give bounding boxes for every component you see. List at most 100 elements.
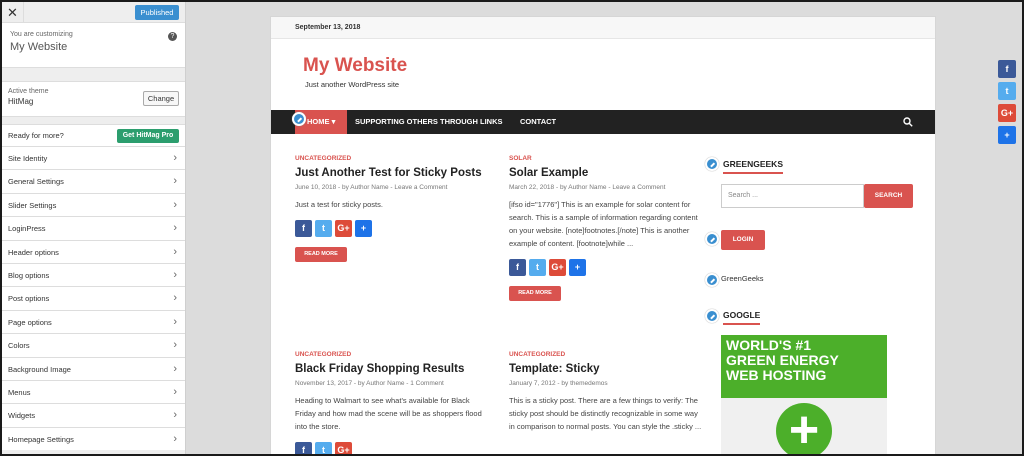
login-button[interactable]: LOGIN — [721, 230, 765, 250]
spacer — [2, 68, 185, 81]
sidebar-item-label: Page options — [8, 317, 52, 327]
edit-shortcut-icon[interactable] — [705, 157, 719, 171]
post-excerpt: [ifso id="1776"] This is an example for … — [509, 200, 698, 248]
sidebar-item-label: Post options — [8, 294, 50, 304]
twitter-icon[interactable]: t — [315, 442, 332, 454]
ad-line: WEB HOSTING — [726, 367, 827, 383]
ad-line: WORLD'S #1 — [726, 337, 812, 353]
twitter-icon[interactable]: t — [998, 82, 1016, 100]
sidebar-item-page-options[interactable]: Page options › — [2, 309, 185, 334]
facebook-icon[interactable]: f — [509, 259, 526, 276]
sidebar-item-loginpress[interactable]: LoginPress › — [2, 216, 185, 240]
sidebar-item-menus[interactable]: Menus › — [2, 379, 185, 404]
sidebar-item-label: Header options — [8, 247, 59, 257]
post-card: SOLAR Solar Example March 22, 2018 - by … — [509, 155, 705, 301]
site-description: Just another WordPress site — [305, 80, 400, 89]
chevron-right-icon: › — [173, 432, 177, 445]
post-card: UNCATEGORIZED Just Another Test for Stic… — [295, 155, 485, 262]
googleplus-icon[interactable]: G+ — [998, 104, 1016, 122]
plus-icon: + — [776, 403, 832, 454]
googleplus-icon[interactable]: G+ — [549, 259, 566, 276]
twitter-icon[interactable]: t — [529, 259, 546, 276]
sidebar-item-label: Site Identity — [8, 154, 48, 163]
post-category[interactable]: UNCATEGORIZED — [509, 351, 705, 358]
facebook-icon[interactable]: f — [998, 60, 1016, 78]
post-title[interactable]: Just Another Test for Sticky Posts — [295, 167, 485, 179]
edit-shortcut-icon[interactable] — [705, 232, 719, 246]
chevron-right-icon: › — [173, 268, 177, 281]
widget-title-google: GOOGLE — [723, 310, 761, 325]
sidebar-item-site-identity[interactable]: Site Identity › — [2, 146, 185, 170]
search-icon[interactable] — [903, 117, 913, 127]
nav-contact[interactable]: CONTACT — [520, 110, 556, 134]
post-title[interactable]: Solar Example — [509, 167, 705, 179]
main-nav: HOME ▾ SUPPORTING OTHERS THROUGH LINKS C… — [271, 110, 935, 134]
date-text: September 13, 2018 — [295, 24, 361, 31]
post-meta: March 22, 2018 - by Author Name - Leave … — [509, 184, 666, 191]
googleplus-icon[interactable]: G+ — [335, 442, 352, 454]
widget-title-greengeeks: GREENGEEKS — [723, 159, 783, 174]
chevron-right-icon: › — [173, 222, 177, 235]
chevron-right-icon: › — [173, 362, 177, 375]
spacer — [2, 117, 185, 124]
post-title[interactable]: Template: Sticky — [509, 363, 705, 375]
read-more-button[interactable]: READ MORE — [295, 247, 347, 262]
help-icon[interactable]: ? — [168, 32, 177, 41]
chevron-right-icon: › — [173, 315, 177, 328]
googleplus-icon[interactable]: G+ — [335, 220, 352, 237]
ready-label: Ready for more? — [8, 131, 64, 140]
facebook-icon[interactable]: f — [295, 442, 312, 454]
chevron-right-icon: › — [173, 175, 177, 188]
greengeeks-link[interactable]: GreenGeeks — [721, 274, 764, 283]
sidebar-item-blog-options[interactable]: Blog options › — [2, 262, 185, 287]
add-share-icon[interactable]: + — [355, 220, 372, 237]
twitter-icon[interactable]: t — [315, 220, 332, 237]
post-title[interactable]: Black Friday Shopping Results — [295, 363, 485, 375]
site-title[interactable]: My Website — [303, 55, 407, 77]
change-theme-button[interactable]: Change — [143, 91, 179, 106]
ad-line: GREEN ENERGY — [726, 352, 839, 368]
greengeeks-ad-banner[interactable]: WORLD'S #1 GREEN ENERGY WEB HOSTING + — [721, 335, 887, 454]
sidebar-item-colors[interactable]: Colors › — [2, 333, 185, 357]
site-name: My Website — [10, 41, 68, 53]
post-meta: June 10, 2018 - by Author Name - Leave a… — [295, 184, 448, 191]
post-card: UNCATEGORIZED Black Friday Shopping Resu… — [295, 351, 485, 454]
edit-shortcut-icon[interactable] — [705, 309, 719, 323]
search-button[interactable]: SEARCH — [864, 184, 913, 208]
share-buttons: f t G+ — [295, 442, 485, 454]
add-share-icon[interactable]: + — [569, 259, 586, 276]
post-category[interactable]: UNCATEGORIZED — [295, 155, 485, 162]
sidebar-item-label: Blog options — [8, 270, 50, 280]
add-share-icon[interactable]: + — [998, 126, 1016, 144]
site-preview: September 13, 2018 My Website Just anoth… — [270, 16, 936, 454]
chevron-right-icon: › — [173, 292, 177, 305]
search-input[interactable]: Search ... — [721, 184, 864, 208]
ready-section: Ready for more? Get HitMag Pro — [2, 124, 185, 146]
get-pro-button[interactable]: Get HitMag Pro — [117, 129, 179, 143]
edit-shortcut-icon[interactable] — [292, 112, 306, 126]
sidebar-item-slider-settings[interactable]: Slider Settings › — [2, 192, 185, 217]
post-category[interactable]: SOLAR — [509, 155, 705, 162]
active-theme-section: Active theme HitMag Change — [2, 81, 185, 117]
post-card: UNCATEGORIZED Template: Sticky January 7… — [509, 351, 705, 433]
edit-shortcut-icon[interactable] — [705, 273, 719, 287]
published-button[interactable]: Published — [135, 5, 179, 20]
sidebar-item-label: General Settings — [8, 177, 64, 187]
facebook-icon[interactable]: f — [295, 220, 312, 237]
sidebar-item-label: LoginPress — [8, 224, 46, 234]
sidebar-item-homepage-settings[interactable]: Homepage Settings › — [2, 426, 185, 451]
sidebar-item-header-options[interactable]: Header options › — [2, 239, 185, 263]
sidebar-item-label: Widgets — [8, 411, 36, 421]
nav-supporting-others[interactable]: SUPPORTING OTHERS THROUGH LINKS — [355, 110, 503, 134]
sidebar-item-general-settings[interactable]: General Settings › — [2, 169, 185, 193]
close-icon[interactable]: ✕ — [2, 2, 24, 23]
post-category[interactable]: UNCATEGORIZED — [295, 351, 485, 358]
sidebar-item-background-image[interactable]: Background Image › — [2, 356, 185, 380]
post-meta: January 7, 2012 - by themedemos — [509, 380, 608, 387]
customizing-info: You are customizing My Website ? — [2, 23, 185, 68]
sidebar-item-widgets[interactable]: Widgets › — [2, 403, 185, 427]
sidebar-item-post-options[interactable]: Post options › — [2, 286, 185, 310]
sidebar-item-label: Background Image — [8, 364, 71, 374]
sidebar-header: ✕ Published — [2, 2, 185, 23]
read-more-button[interactable]: READ MORE — [509, 286, 561, 301]
